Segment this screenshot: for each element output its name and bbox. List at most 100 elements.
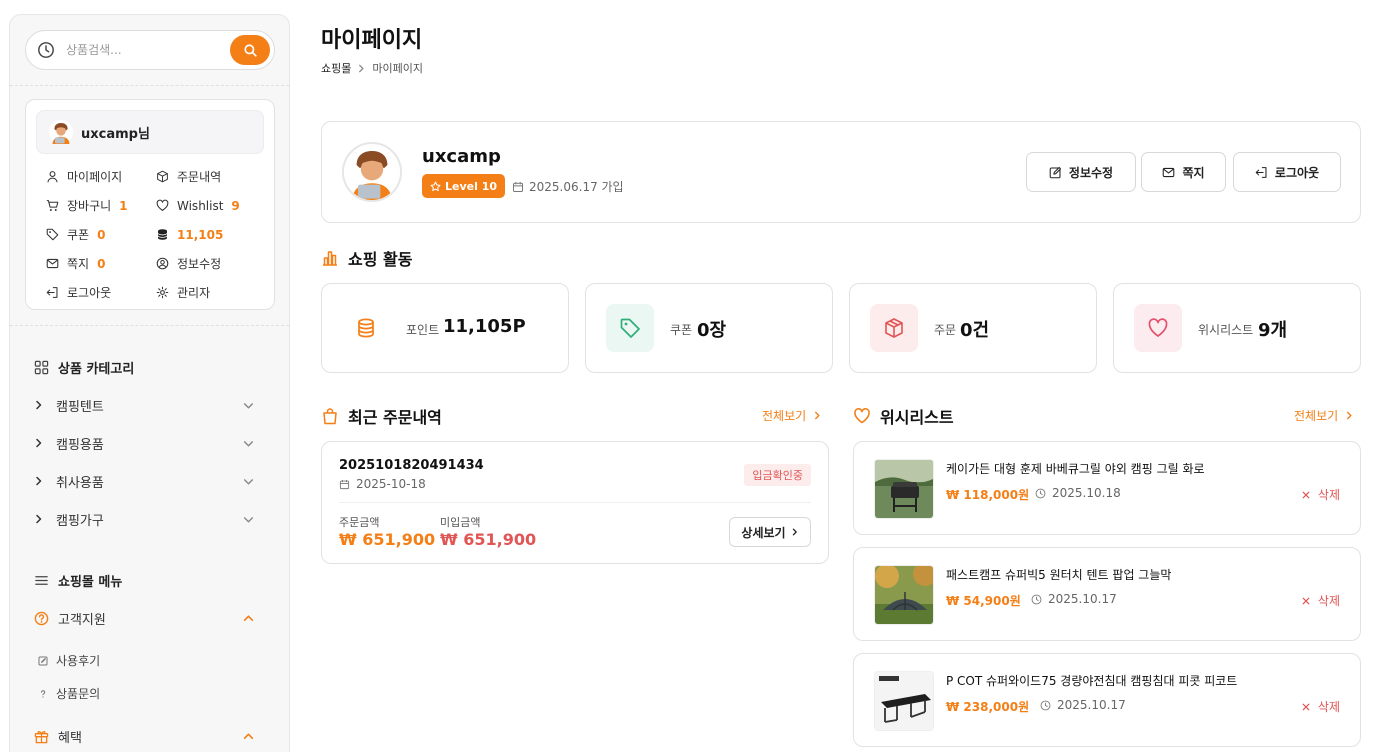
box-icon	[885, 318, 903, 338]
product-name[interactable]: P COT 슈퍼와이드75 경량야전침대 캠핑침대 피콧 피코트	[946, 672, 1237, 689]
cart-icon	[46, 200, 59, 211]
logout-icon	[46, 287, 58, 298]
menu-orders[interactable]: 주문내역	[156, 168, 266, 185]
view-all-label: 전체보기	[762, 409, 807, 423]
category-item[interactable]: 캠핑텐트	[34, 393, 254, 417]
cart-count: 1	[119, 198, 128, 213]
order-detail-button[interactable]: 상세보기	[729, 517, 811, 547]
stat-value: 0장	[697, 320, 727, 341]
order-card[interactable]: 2025101820491434 2025-10-18 입금확인중 주문금액 ₩…	[321, 441, 829, 564]
menu-label: 장바구니	[67, 199, 112, 213]
category-item[interactable]: 캠핑용품	[34, 431, 254, 455]
chevron-up-icon[interactable]	[243, 731, 254, 742]
user-greeting[interactable]: uxcamp님	[36, 110, 264, 154]
chevron-right-icon	[1347, 411, 1352, 420]
stat-wishlist[interactable]: 위시리스트 9개	[1113, 283, 1361, 373]
search-button[interactable]	[230, 35, 270, 65]
menu-mypage[interactable]: 마이페이지	[46, 168, 156, 185]
recent-orders-title: 최근 주문내역	[321, 404, 442, 428]
menu-cart[interactable]: 장바구니 1	[46, 197, 156, 214]
stat-value: 11,105P	[443, 316, 526, 337]
chevron-down-icon[interactable]	[243, 400, 254, 411]
breadcrumb-home[interactable]: 쇼핑몰	[321, 60, 351, 76]
page-title: 마이페이지	[321, 28, 423, 53]
wishlist-title: 위시리스트	[853, 404, 954, 428]
orders-view-all-link[interactable]: 전체보기	[762, 407, 822, 424]
section-label: 쇼핑 활동	[348, 250, 413, 269]
tag-icon	[620, 318, 640, 338]
menu-wishlist[interactable]: Wishlist 9	[156, 199, 266, 213]
category-label: 캠핑가구	[56, 513, 104, 529]
unpaid-amount-label: 미입금액	[440, 516, 481, 529]
logout-icon	[1255, 166, 1267, 178]
menu-label: 정보수정	[177, 257, 222, 271]
wishlist-item[interactable]: 패스트캠프 슈퍼빅5 원터치 텐트 팝업 그늘막 ₩ 54,900원 2025.…	[853, 547, 1361, 641]
wishlist-item[interactable]: P COT 슈퍼와이드75 경량야전침대 캠핑침대 피콧 피코트 ₩ 238,0…	[853, 653, 1361, 747]
avatar	[344, 144, 400, 200]
coupon-count: 0	[97, 227, 106, 242]
product-thumbnail[interactable]	[874, 459, 934, 519]
product-name[interactable]: 케이가든 대형 훈제 바베큐그릴 야외 캠핑 그릴 화로	[946, 460, 1205, 477]
order-date-text: 2025-10-18	[356, 477, 426, 491]
menu-label: 주문내역	[177, 170, 222, 184]
submenu-inquiry[interactable]: 상품문의	[38, 685, 100, 702]
menu-support[interactable]: 고객지원	[34, 606, 254, 630]
message-count: 0	[97, 256, 106, 271]
close-icon	[1302, 703, 1310, 710]
stat-label: 주문	[934, 323, 957, 337]
chevron-right-icon	[359, 64, 364, 72]
category-label: 취사용품	[56, 475, 104, 491]
edit-profile-button[interactable]: 정보수정	[1026, 152, 1136, 192]
grill-product-image	[875, 460, 933, 518]
menu-points[interactable]: 11,105	[156, 228, 266, 242]
product-thumbnail[interactable]	[874, 671, 934, 731]
chevron-down-icon[interactable]	[243, 514, 254, 525]
stat-points[interactable]: 포인트 11,105P	[321, 283, 569, 373]
clock-icon	[38, 42, 54, 58]
wishlist-count: 9	[231, 198, 240, 213]
stat-value: 9개	[1258, 320, 1288, 341]
category-item[interactable]: 캠핑가구	[34, 507, 254, 531]
tag-icon	[46, 228, 59, 241]
menu-admin[interactable]: 관리자	[156, 284, 266, 301]
search-icon	[243, 43, 257, 57]
order-number: 2025101820491434	[339, 458, 484, 473]
product-name[interactable]: 패스트캠프 슈퍼빅5 원터치 텐트 팝업 그늘막	[946, 566, 1171, 583]
menu-edit-info[interactable]: 정보수정	[156, 255, 266, 272]
wishlist-item[interactable]: 케이가든 대형 훈제 바베큐그릴 야외 캠핑 그릴 화로 ₩ 118,000원 …	[853, 441, 1361, 535]
delete-button[interactable]: 삭제	[1302, 592, 1340, 609]
stat-coupon[interactable]: 쿠폰 0장	[585, 283, 833, 373]
chevron-up-icon[interactable]	[243, 613, 254, 624]
order-amount: ₩ 651,900	[339, 530, 436, 549]
chevron-down-icon[interactable]	[243, 476, 254, 487]
divider	[339, 502, 811, 503]
profile-avatar	[342, 142, 402, 202]
wishlist-view-all-link[interactable]: 전체보기	[1294, 407, 1354, 424]
user-card: uxcamp님 마이페이지 주문내역 장바구니 1 Wishlist 9 쿠폰 …	[25, 99, 275, 310]
message-button[interactable]: 쪽지	[1141, 152, 1226, 192]
logout-button[interactable]: 로그아웃	[1233, 152, 1341, 192]
cot-product-image	[875, 672, 933, 730]
chevron-right-icon	[36, 476, 42, 486]
product-price: ₩ 54,900원	[946, 594, 1021, 608]
stat-orders[interactable]: 주문 0건	[849, 283, 1097, 373]
product-thumbnail[interactable]	[874, 565, 934, 625]
submenu-review[interactable]: 사용후기	[38, 652, 100, 669]
menu-logout[interactable]: 로그아웃	[46, 284, 156, 301]
delete-button[interactable]: 삭제	[1302, 698, 1340, 715]
calendar-icon	[513, 181, 523, 192]
menu-message[interactable]: 쪽지 0	[46, 255, 156, 272]
category-item[interactable]: 취사용품	[34, 469, 254, 493]
menu-benefit[interactable]: 혜택	[34, 724, 254, 748]
grid-icon	[34, 360, 49, 375]
section-label: 최근 주문내역	[348, 408, 442, 427]
user-circle-icon	[156, 257, 169, 270]
search-input[interactable]	[66, 40, 226, 60]
edit-icon	[1049, 166, 1061, 178]
level-label: Level 10	[445, 179, 498, 193]
mail-icon	[1163, 167, 1175, 177]
clock-icon	[1031, 594, 1042, 604]
chevron-down-icon[interactable]	[243, 438, 254, 449]
delete-button[interactable]: 삭제	[1302, 486, 1340, 503]
menu-coupon[interactable]: 쿠폰 0	[46, 226, 156, 243]
